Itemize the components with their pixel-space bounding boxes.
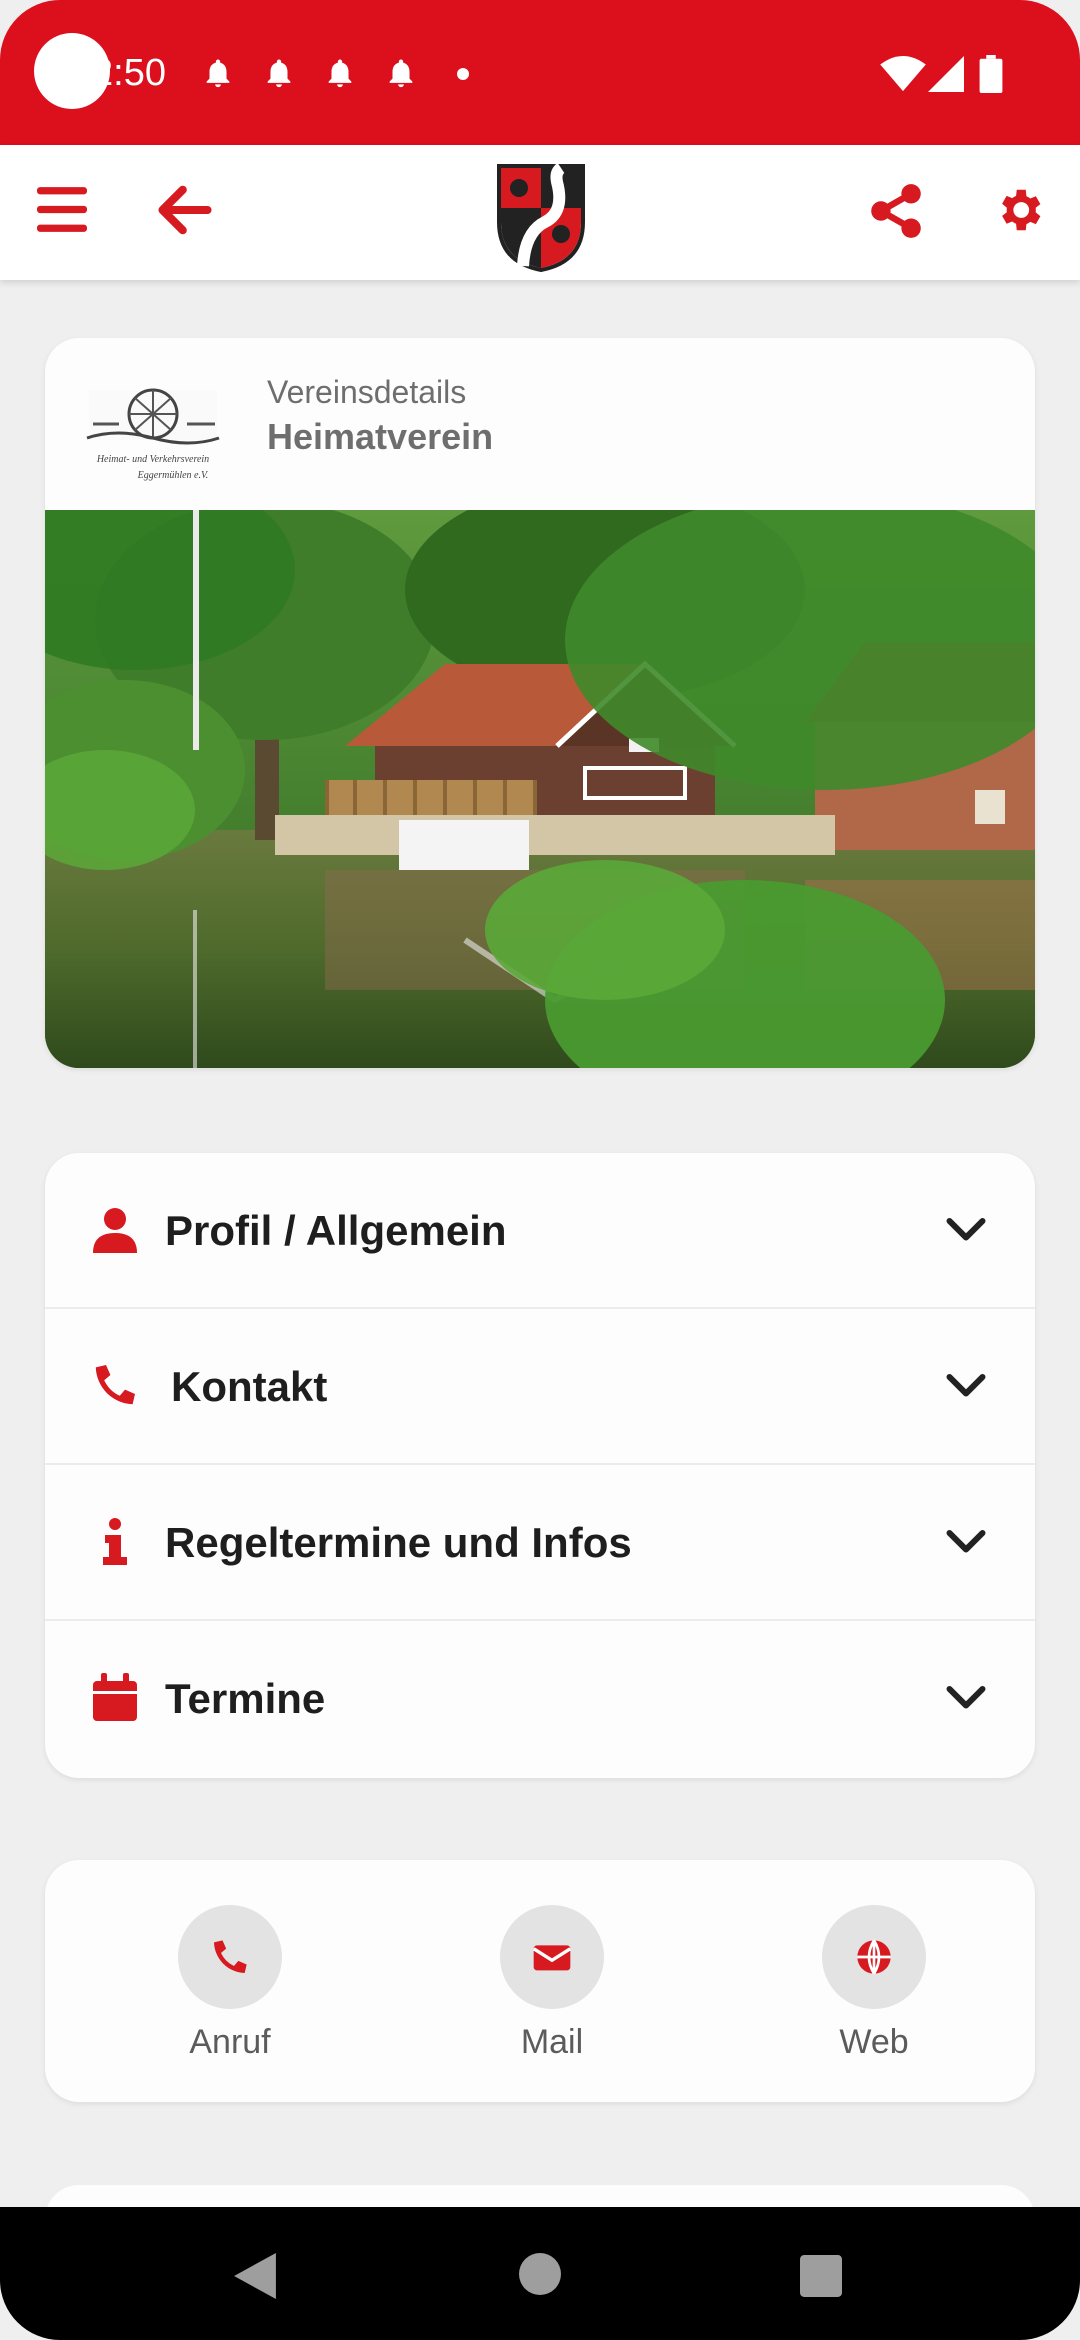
section-label: Regeltermine und Infos xyxy=(165,1519,632,1566)
share-icon[interactable] xyxy=(870,183,922,239)
camera-cutout xyxy=(34,33,110,109)
wifi-icon xyxy=(880,55,926,92)
quick-actions-card: Anruf Mail Web xyxy=(45,1860,1035,2102)
mail-button-circle[interactable] xyxy=(500,1905,604,2009)
back-arrow-icon[interactable] xyxy=(158,185,212,235)
section-contact[interactable]: Kontakt xyxy=(45,1309,1035,1465)
details-accordion: Profil / Allgemein Kontakt Regeltermine … xyxy=(45,1153,1035,1778)
bell-icon xyxy=(267,59,291,88)
section-profile[interactable]: Profil / Allgemein xyxy=(45,1153,1035,1309)
section-label: Profil / Allgemein xyxy=(165,1207,507,1254)
top-app-bar xyxy=(0,145,1080,280)
chevron-down-icon xyxy=(946,1374,986,1397)
svg-text:Heimat- und Verkehrsverein: Heimat- und Verkehrsverein xyxy=(96,454,209,465)
recents-nav-icon[interactable] xyxy=(800,2255,842,2297)
mill-pond-photo xyxy=(45,510,1035,1068)
status-bar: 2:50 xyxy=(0,0,1080,145)
call-label: Anruf xyxy=(189,2023,271,2061)
call-button[interactable]: Anruf xyxy=(155,1905,305,2062)
user-icon xyxy=(93,1208,137,1253)
bell-icon xyxy=(328,59,352,88)
globe-icon xyxy=(857,1939,891,1975)
section-label: Kontakt xyxy=(171,1363,328,1410)
menu-icon[interactable] xyxy=(37,187,87,233)
system-nav-bar xyxy=(0,2207,1080,2340)
calendar-icon xyxy=(93,1673,137,1721)
signal-icon xyxy=(928,56,964,92)
mail-icon xyxy=(532,1945,572,1971)
phone-icon xyxy=(95,1365,135,1405)
club-logo: Heimat- und Verkehrsverein Eggermühlen e… xyxy=(86,388,220,481)
section-label: Termine xyxy=(165,1675,326,1722)
dot-icon xyxy=(457,68,469,80)
phone-icon xyxy=(214,1940,247,1973)
call-button-circle[interactable] xyxy=(178,1905,282,2009)
back-nav-icon[interactable] xyxy=(234,2253,276,2299)
web-button-circle[interactable] xyxy=(822,1905,926,2009)
club-name: Heimatverein xyxy=(267,416,494,457)
web-button[interactable]: Web xyxy=(799,1905,949,2062)
battery-icon xyxy=(979,55,1003,93)
chevron-down-icon xyxy=(946,1686,986,1709)
mail-button[interactable]: Mail xyxy=(477,1905,627,2062)
chevron-down-icon xyxy=(946,1530,986,1553)
home-nav-icon[interactable] xyxy=(519,2253,561,2295)
coat-of-arms-logo[interactable] xyxy=(495,162,587,272)
mail-label: Mail xyxy=(520,2023,584,2061)
club-header-card: Heimat- und Verkehrsverein Eggermühlen e… xyxy=(45,338,1035,1068)
section-dates[interactable]: Termine xyxy=(45,1621,1035,1777)
settings-icon[interactable] xyxy=(992,183,1046,237)
section-regular-dates[interactable]: Regeltermine und Infos xyxy=(45,1465,1035,1621)
details-subtitle: Vereinsdetails xyxy=(267,374,467,410)
chevron-down-icon xyxy=(946,1218,986,1241)
bell-icon xyxy=(206,59,230,88)
web-label: Web xyxy=(839,2023,909,2061)
info-icon xyxy=(103,1518,127,1565)
bell-icon xyxy=(389,59,413,88)
svg-text:Eggermühlen e.V.: Eggermühlen e.V. xyxy=(137,470,209,481)
